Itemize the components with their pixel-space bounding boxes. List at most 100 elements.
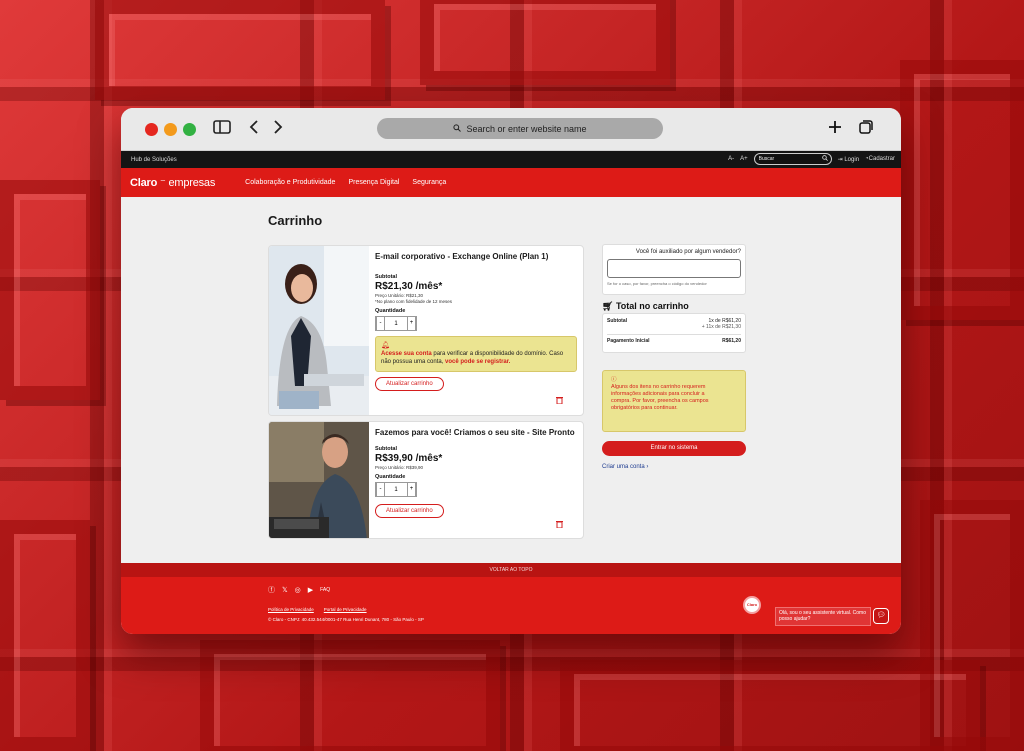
nav-item-presenca-digital[interactable]: Presença Digital xyxy=(348,179,399,186)
create-account-label: Criar uma conta xyxy=(602,464,645,470)
domain-alert: 🔔︎ Acesse sua conta para verificar a dis… xyxy=(375,336,577,372)
social-links: ⓕ 𝕏 ◎ ▶ FAQ xyxy=(268,585,330,595)
quantity-input[interactable]: 1 xyxy=(385,321,407,327)
x-twitter-icon[interactable]: 𝕏 xyxy=(282,586,288,594)
product-price: R$39,90 /mês* xyxy=(375,453,443,464)
subtotal-line2: + 11x de R$21,30 xyxy=(701,324,741,330)
login-icon: ⇥ xyxy=(837,156,843,163)
assistant-avatar[interactable]: Claro xyxy=(743,596,761,614)
product-title: E-mail corporativo - Exchange Online (Pl… xyxy=(375,252,549,261)
chevron-right-icon: › xyxy=(646,464,649,470)
frame-shape xyxy=(95,0,385,100)
quantity-label: Quantidade xyxy=(375,308,406,314)
page-title: Carrinho xyxy=(268,213,323,228)
enter-system-button[interactable]: Entrar no sistema xyxy=(602,441,746,456)
create-account-link[interactable]: Criar uma conta › xyxy=(602,464,746,470)
close-window-button[interactable] xyxy=(145,123,158,136)
signup-link[interactable]: ◔Cadastrar xyxy=(865,156,895,162)
cart-icon: 🛒︎ xyxy=(602,301,614,311)
chat-bubble[interactable]: Olá, sou o seu assistente virtual. Como … xyxy=(775,607,871,626)
trash-icon[interactable] xyxy=(556,520,563,530)
product-image xyxy=(269,422,369,538)
hub-link[interactable]: Hub de Soluções xyxy=(131,157,177,163)
browser-window: Search or enter website name Hub de Solu… xyxy=(121,108,901,634)
facebook-icon[interactable]: ⓕ xyxy=(268,585,275,595)
instagram-icon[interactable]: ◎ xyxy=(295,586,301,594)
product-title: Fazemos para você! Criamos o seu site - … xyxy=(375,428,575,437)
unit-price: Preço Unitário: R$21,30 xyxy=(375,293,424,298)
utility-bar: Hub de Soluções A- A+ Buscar ⇥ Login ◔Ca… xyxy=(121,151,901,168)
frame-shape xyxy=(200,640,500,751)
increase-quantity-button[interactable]: + xyxy=(407,482,416,497)
copyright: © Claro - CNPJ: 40.432.544/0001-47 Rua H… xyxy=(268,617,424,622)
search-icon xyxy=(453,123,462,134)
vendor-box: Você foi auxiliado por algum vendedor? S… xyxy=(602,244,746,295)
cart-page: Carrinho E-mail corporativo - Exchange O… xyxy=(121,197,901,563)
nav-item-seguranca[interactable]: Segurança xyxy=(412,179,446,186)
unit-price: Preço Unitário: R$39,90 xyxy=(375,465,424,470)
subtotal-label: Subtotal xyxy=(607,318,627,324)
subtotal-label: Subtotal xyxy=(375,274,397,280)
claro-empresas-logo[interactable]: Claro ⁻ empresas xyxy=(130,176,215,189)
sidebar-icon[interactable] xyxy=(213,119,231,140)
subtotal-label: Subtotal xyxy=(375,446,397,452)
privacy-policy-link[interactable]: Política de Privacidade xyxy=(268,607,314,612)
new-tab-icon[interactable] xyxy=(827,119,843,140)
font-decrease-button[interactable]: A- xyxy=(728,156,734,162)
youtube-icon[interactable]: ▶ xyxy=(308,586,313,594)
forward-icon[interactable] xyxy=(273,119,283,140)
product-price: R$21,30 /mês* xyxy=(375,281,443,292)
frame-shape xyxy=(560,660,980,751)
logo-suffix: empresas xyxy=(168,177,216,189)
footer: ⓕ 𝕏 ◎ ▶ FAQ Política de Privacidade Port… xyxy=(121,577,901,634)
chat-icon[interactable]: 💬︎ xyxy=(873,608,889,624)
minimize-window-button[interactable] xyxy=(164,123,177,136)
address-bar[interactable]: Search or enter website name xyxy=(377,118,663,139)
update-cart-button[interactable]: Atualizar carrinho xyxy=(375,504,444,518)
login-label: Login xyxy=(844,156,860,163)
loyalty-note: *No plano com fidelidade de 12 meses xyxy=(375,299,453,304)
vendor-code-input[interactable] xyxy=(607,259,741,278)
quantity-label: Quantidade xyxy=(375,474,406,480)
cart-item-details: E-mail corporativo - Exchange Online (Pl… xyxy=(375,252,577,391)
frame-shape xyxy=(0,520,90,751)
back-icon[interactable] xyxy=(249,119,259,140)
back-to-top-button[interactable]: VOLTAR AO TOPO xyxy=(121,563,901,577)
chat-text: Olá, sou o seu assistente virtual. Como … xyxy=(779,610,866,622)
site-search-input[interactable]: Buscar xyxy=(753,153,832,165)
initial-payment-value: R$61,20 xyxy=(722,338,741,344)
frame-shape xyxy=(920,500,1024,751)
search-icon xyxy=(821,155,828,163)
trash-icon[interactable] xyxy=(556,396,563,406)
warning-icon: ⓘ xyxy=(611,377,617,383)
cart-total-heading: 🛒︎ Total no carrinho xyxy=(602,301,746,312)
decrease-quantity-button[interactable]: - xyxy=(376,316,385,331)
login-link[interactable]: ⇥ Login xyxy=(838,156,859,163)
cart-total-title: Total no carrinho xyxy=(615,301,689,311)
tabs-icon[interactable] xyxy=(858,119,874,140)
register-link[interactable]: você pode se registrar. xyxy=(445,359,510,365)
increase-quantity-button[interactable]: + xyxy=(407,316,416,331)
login-account-link[interactable]: Acesse sua conta xyxy=(381,351,432,357)
nav-item-colaboracao[interactable]: Colaboração e Produtividade xyxy=(245,179,335,186)
faq-link[interactable]: FAQ xyxy=(320,587,330,593)
cart-item: Fazemos para você! Criamos o seu site - … xyxy=(268,421,584,539)
cart-item: E-mail corporativo - Exchange Online (Pl… xyxy=(268,245,584,416)
main-nav: Claro ⁻ empresas Colaboração e Produtivi… xyxy=(121,168,901,197)
frame-shape xyxy=(420,0,670,85)
vendor-hint: Se for o caso, por favor, preencha o cód… xyxy=(607,281,707,286)
quantity-input[interactable]: 1 xyxy=(385,487,407,493)
frame-shape xyxy=(900,60,1024,320)
font-increase-button[interactable]: A+ xyxy=(740,156,748,162)
initial-payment-label: Pagamento Inicial xyxy=(607,338,650,344)
product-image xyxy=(269,246,369,415)
privacy-portal-link[interactable]: Portal de Privacidade xyxy=(324,607,367,612)
cart-total-box: Subtotal 1x de R$61,20 + 11x de R$21,30 … xyxy=(602,313,746,353)
browser-toolbar: Search or enter website name xyxy=(121,108,901,151)
update-cart-button[interactable]: Atualizar carrinho xyxy=(375,377,444,391)
quantity-stepper: - 1 + xyxy=(375,482,417,497)
maximize-window-button[interactable] xyxy=(183,123,196,136)
quantity-stepper: - 1 + xyxy=(375,316,417,331)
search-placeholder: Buscar xyxy=(758,156,775,162)
decrease-quantity-button[interactable]: - xyxy=(376,482,385,497)
